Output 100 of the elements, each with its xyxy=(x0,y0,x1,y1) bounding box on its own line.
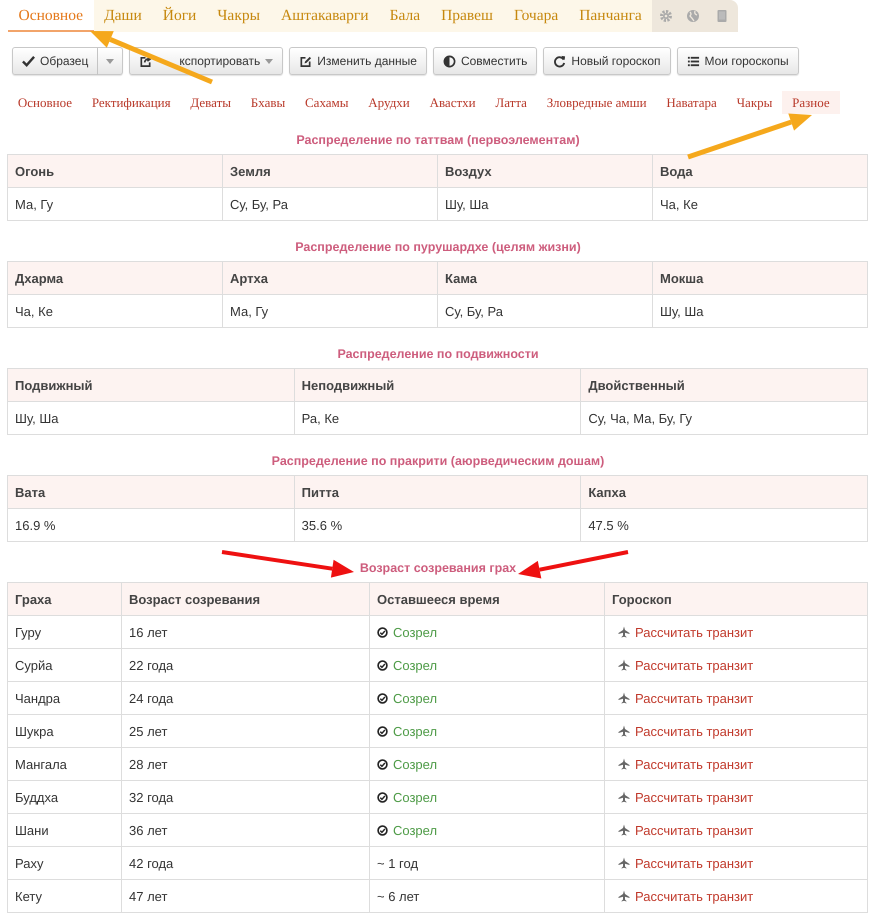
table-cell: 35.6 % xyxy=(294,508,581,542)
table-cell: Шу, Ша xyxy=(8,402,294,434)
dropdown-button[interactable] xyxy=(98,47,124,75)
column-header: Возраст созревания xyxy=(122,582,370,616)
tab[interactable]: Панчанга xyxy=(568,0,652,32)
airplane-icon xyxy=(618,724,630,736)
table-cell: 28 лет xyxy=(122,748,370,780)
airplane-icon xyxy=(618,658,630,670)
tab[interactable]: Бала xyxy=(379,0,431,32)
table-cell: Шу, Ша xyxy=(438,188,652,220)
table-cell: 47 лет xyxy=(122,880,370,912)
column-header: Вода xyxy=(652,154,868,188)
status-text: ~ 1 год xyxy=(377,856,418,870)
table-cell: 24 года xyxy=(122,682,370,714)
table-cell: Сурйа xyxy=(8,648,122,682)
table-cell: 16 лет xyxy=(122,616,370,648)
column-header: Гороскоп xyxy=(604,582,868,616)
section-title: Возраст созревания грах xyxy=(358,561,518,575)
edit-icon xyxy=(299,54,312,68)
tab[interactable]: Авастхи xyxy=(420,91,486,114)
status-text: Созрел xyxy=(393,790,438,804)
icon-tab[interactable] xyxy=(706,0,738,32)
table-cell: Су, Ча, Ма, Бу, Гу xyxy=(580,402,868,434)
column-header: Воздух xyxy=(438,154,652,188)
column-header: Двойственный xyxy=(580,368,868,402)
globe-icon xyxy=(686,9,700,23)
column-header: Артха xyxy=(222,262,438,294)
gear-icon xyxy=(658,9,673,23)
tab[interactable]: Правеш xyxy=(430,0,504,32)
status-text: Созрел xyxy=(393,756,438,772)
tab[interactable]: Бхавы xyxy=(240,91,296,114)
table-cell: Буддха xyxy=(8,780,122,814)
caret-icon xyxy=(106,58,114,64)
toolbar-button[interactable]: Совместить xyxy=(432,47,538,75)
status-text: Созрел xyxy=(393,724,438,738)
table-cell: Мангала xyxy=(8,748,122,780)
column-header: Неподвижный xyxy=(294,368,581,402)
column-header: Граха xyxy=(8,582,122,616)
section-title: Распределение по подвижности xyxy=(336,347,540,361)
table-cell: Ма, Гу xyxy=(222,294,438,328)
column-header: Дхарма xyxy=(8,262,222,294)
column-header: Вата xyxy=(8,476,294,508)
airplane-icon xyxy=(618,790,630,802)
toolbar-button[interactable]: Изменить данные xyxy=(289,47,427,75)
tab[interactable]: Наватара xyxy=(656,91,727,114)
tab[interactable]: Гочара xyxy=(503,0,569,32)
column-header: Огонь xyxy=(8,154,222,188)
tab[interactable]: Зловредные амши xyxy=(536,91,656,114)
tab[interactable]: Чакры xyxy=(726,91,782,114)
icon-tab[interactable] xyxy=(652,0,680,32)
column-header: Земля xyxy=(222,154,438,188)
airplane-icon xyxy=(618,626,630,638)
tab[interactable]: Чакры xyxy=(206,0,271,32)
airplane-icon xyxy=(618,890,630,902)
table-cell: 16.9 % xyxy=(8,508,294,542)
caret-icon xyxy=(265,58,274,64)
table-cell: Ра, Ке xyxy=(294,402,581,434)
toolbar-button[interactable]: Образец xyxy=(12,47,98,75)
tab[interactable]: Аштакаварги xyxy=(270,0,380,32)
tab[interactable]: Йоги xyxy=(152,0,207,32)
section-title: Распределение по таттвам (первоэлементам) xyxy=(295,133,581,147)
table-cell: Шукра xyxy=(8,714,122,748)
column-header: Подвижный xyxy=(8,368,294,402)
table-cell: Шани xyxy=(8,814,122,846)
table-cell: Ча, Ке xyxy=(652,188,868,220)
section-title: Распределение по пракрити (аюрведическим дошам) xyxy=(270,454,606,468)
column-header: Питта xyxy=(294,476,581,508)
tab[interactable]: Разное xyxy=(782,91,840,114)
table-cell: 42 года xyxy=(122,846,370,880)
list-icon xyxy=(686,54,700,68)
column-header: Мокша xyxy=(652,262,868,294)
tab[interactable]: Основное xyxy=(8,91,82,114)
table-cell: Су, Бу, Ра xyxy=(438,294,652,328)
table-cell: Раху xyxy=(8,846,122,880)
tab[interactable]: Деваты xyxy=(180,91,241,114)
tab[interactable]: Арудхи xyxy=(358,91,420,114)
tab[interactable]: Ректификация xyxy=(82,91,180,114)
airplane-icon xyxy=(618,758,630,770)
check-icon xyxy=(22,54,35,68)
airplane-icon xyxy=(618,856,630,868)
column-header: Оставшееся время xyxy=(370,582,604,616)
tab[interactable]: Даши xyxy=(94,0,152,32)
toolbar-button[interactable]: Мои гороскопы xyxy=(676,47,799,75)
airplane-icon xyxy=(618,824,630,836)
table-cell: Шу, Ша xyxy=(652,294,868,328)
tab[interactable]: Сахамы xyxy=(295,91,358,114)
tab[interactable]: Латта xyxy=(486,91,537,114)
table-cell: 22 года xyxy=(122,648,370,682)
status-text: Созрел xyxy=(393,624,438,640)
table-cell: 32 года xyxy=(122,780,370,814)
toolbar-button[interactable]: Новый гороскоп xyxy=(543,47,670,75)
table-cell: Ма, Гу xyxy=(8,188,222,220)
section-title: Распределение по пурушардхе (целям жизни) xyxy=(294,240,582,254)
toolbar-button[interactable]: кспортировать xyxy=(129,47,284,75)
airplane-icon xyxy=(618,692,630,704)
refresh-icon xyxy=(553,54,566,68)
column-header: Капха xyxy=(580,476,868,508)
share-icon xyxy=(139,54,152,68)
table-cell: Гуру xyxy=(8,616,122,648)
table-cell: Кету xyxy=(8,880,122,912)
